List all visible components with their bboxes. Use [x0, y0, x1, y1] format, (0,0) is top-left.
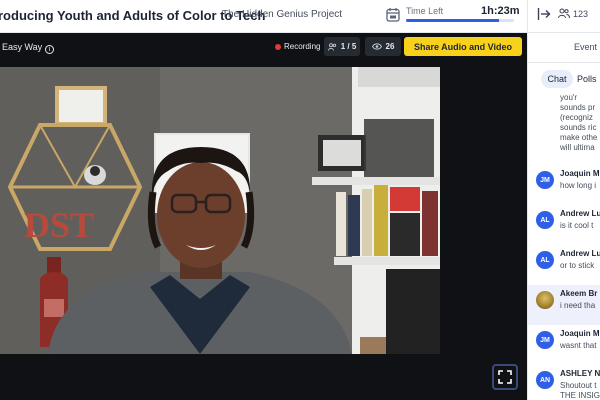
eye-icon [371, 43, 382, 50]
speaker-video-frame: DST [0, 67, 440, 354]
chat-message: JM Joaquin M wasnt that [528, 325, 600, 365]
fullscreen-button[interactable] [492, 364, 518, 390]
attendee-count: 123 [573, 9, 589, 19]
stage: Easy Way i Recording 1 / 5 26 Share Audio… [0, 33, 527, 400]
chat-message: AL Andrew Lu or to stick [528, 245, 600, 285]
avatar[interactable]: JM [536, 171, 554, 189]
viewer-count[interactable]: 26 [365, 37, 401, 56]
tab-event[interactable]: Event [574, 42, 597, 52]
exit-icon[interactable] [537, 7, 551, 21]
top-bar: roducing Youth and Adults of Color to Te… [0, 0, 600, 33]
message-text: i need tha [560, 301, 596, 310]
avatar[interactable]: JM [536, 331, 554, 349]
time-left-progress-fill [406, 19, 499, 22]
chat-message: Akeem Br i need tha [528, 285, 600, 325]
message-text: wasnt that [560, 341, 597, 350]
time-left-label: Time Left [406, 6, 444, 16]
people-stage-icon [327, 42, 336, 51]
tab-chat[interactable]: Chat [541, 70, 573, 88]
message-sender: Akeem Br [560, 289, 598, 298]
avatar[interactable] [536, 291, 554, 309]
recording-indicator [275, 44, 281, 50]
organizer-name[interactable]: The Hidden Genius Project [222, 9, 342, 20]
viewer-count-value: 26 [385, 42, 395, 51]
calendar-icon [386, 8, 400, 22]
on-stage-count[interactable]: 1 / 5 [324, 37, 360, 56]
message-text: how long i [560, 181, 597, 190]
message-continuation: will ultima [560, 143, 595, 152]
stage-name-label: Easy Way [2, 42, 43, 52]
message-continuation: sounds pr [560, 103, 596, 112]
message-sender: Andrew Lu [560, 249, 600, 258]
fullscreen-icon [498, 370, 512, 384]
message-continuation: sounds ric [560, 123, 597, 132]
time-left-progress [406, 19, 514, 22]
message-text: Shoutout t [560, 381, 597, 390]
message-sender: Joaquin M [560, 329, 600, 338]
message-text: or to stick [560, 261, 595, 270]
chat-message: AL Andrew Lu is it cool t [528, 205, 600, 245]
avatar[interactable]: AL [536, 211, 554, 229]
message-continuation: (recogniz [560, 113, 593, 122]
people-icon [558, 8, 570, 19]
chat-message: AN ASHLEY N Shoutout t THE INSIG [528, 365, 600, 400]
on-stage-count-value: 1 / 5 [340, 42, 357, 51]
avatar[interactable]: AL [536, 251, 554, 269]
message-text-line-2: THE INSIG [560, 391, 600, 400]
tab-polls[interactable]: Polls [577, 74, 597, 84]
chat-message: JM Joaquin M how long i [528, 165, 600, 205]
message-sender: Joaquin M [560, 169, 600, 178]
message-continuation: make othe [560, 133, 598, 142]
side-panel: Event Chat Polls you'r sounds pr (recogn… [528, 33, 600, 400]
recording-label: Recording [284, 42, 321, 51]
tab-divider [528, 62, 600, 63]
message-sender: ASHLEY N [560, 369, 600, 378]
info-icon[interactable]: i [45, 45, 55, 54]
speaker-video: DST [0, 67, 440, 354]
time-left-value: 1h:23m [481, 5, 520, 17]
message-sender: Andrew Lu [560, 209, 600, 218]
message-text: is it cool t [560, 221, 594, 230]
share-audio-video-button[interactable]: Share Audio and Video [404, 37, 522, 56]
stage-name[interactable]: Easy Way i [2, 42, 55, 54]
message-continuation: you'r [560, 93, 578, 102]
shelf-sign-text: DST [24, 205, 94, 245]
chat-feed[interactable]: you'r sounds pr (recogniz sounds ric mak… [528, 93, 600, 400]
avatar[interactable]: AN [536, 371, 554, 389]
